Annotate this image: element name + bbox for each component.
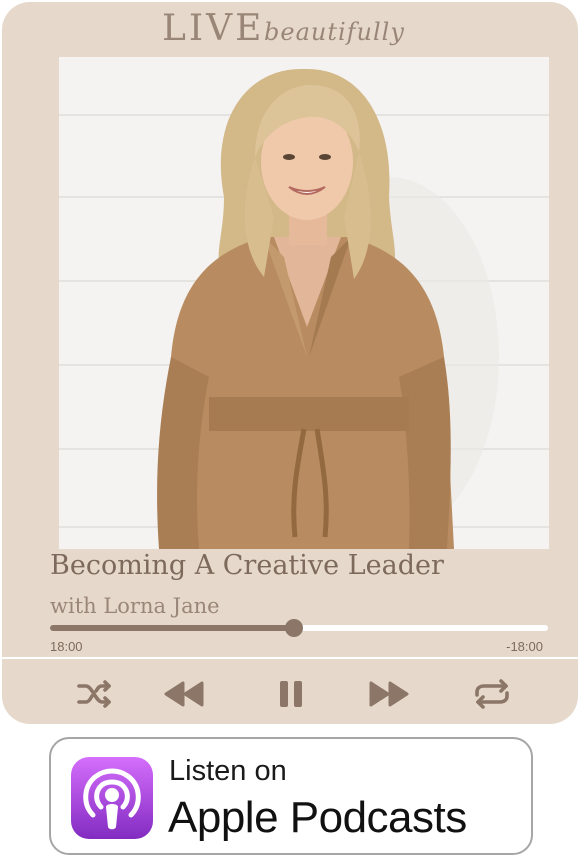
episode-guest: with Lorna Jane: [50, 594, 220, 618]
player-card: LIVE beautifully Becoming A Creative Lea…: [2, 2, 578, 724]
fast-forward-button[interactable]: [367, 674, 411, 714]
remaining-time: -18:00: [506, 639, 543, 654]
episode-title: Becoming A Creative Leader: [50, 550, 444, 581]
progress-fill: [50, 625, 295, 631]
pause-icon: [280, 681, 302, 707]
brand-logo-script: beautifully: [264, 18, 405, 46]
repeat-button[interactable]: [470, 674, 514, 714]
episode-artwork: [59, 57, 549, 549]
controls-divider: [2, 657, 578, 659]
shuffle-icon: [77, 680, 111, 708]
brand-logo: LIVE beautifully: [2, 6, 578, 58]
brand-logo-main: LIVE: [162, 8, 265, 49]
progress-knob[interactable]: [285, 619, 304, 637]
elapsed-time: 18:00: [50, 639, 83, 654]
apple-podcasts-icon: [71, 757, 153, 839]
progress-bar[interactable]: [50, 619, 548, 637]
badge-apple-podcasts: Apple Podcasts: [168, 793, 467, 842]
repeat-icon: [475, 679, 509, 709]
fast-forward-icon: [369, 681, 409, 707]
rewind-button[interactable]: [162, 674, 206, 714]
shuffle-button[interactable]: [73, 674, 117, 714]
rewind-icon: [164, 681, 204, 707]
apple-podcasts-badge[interactable]: Listen on Apple Podcasts: [49, 737, 533, 855]
badge-listen-on: Listen on: [169, 755, 287, 787]
pause-button[interactable]: [269, 674, 313, 714]
episode-artwork-image: [59, 57, 549, 549]
